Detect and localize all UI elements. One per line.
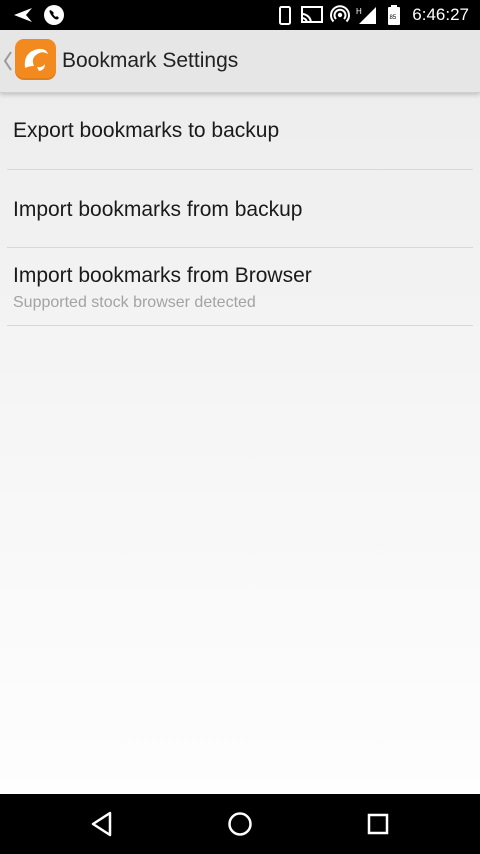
import-bookmarks-browser-item[interactable]: Import bookmarks from Browser Supported … (7, 248, 473, 326)
svg-text:H: H (356, 7, 362, 16)
signal-h-icon: H (354, 0, 378, 30)
phone-device-icon (276, 0, 294, 30)
action-bar: Bookmark Settings (0, 30, 480, 93)
import-bookmarks-backup-item[interactable]: Import bookmarks from backup (7, 170, 473, 248)
cast-icon (300, 0, 324, 30)
export-bookmarks-item[interactable]: Export bookmarks to backup (7, 92, 473, 170)
pref-title: Import bookmarks from Browser (13, 264, 312, 287)
pref-title: Export bookmarks to backup (13, 119, 280, 142)
settings-list: Export bookmarks to backup Import bookma… (0, 92, 480, 326)
phone-call-icon (42, 0, 66, 30)
status-time: 6:46:27 (412, 5, 469, 24)
hotspot-icon (329, 0, 351, 30)
page-title: Bookmark Settings (62, 49, 239, 72)
svg-text:85: 85 (390, 15, 397, 21)
pref-title: Import bookmarks from backup (13, 198, 303, 221)
back-icon[interactable] (80, 804, 124, 844)
up-caret-icon[interactable] (3, 50, 13, 72)
recents-icon[interactable] (356, 804, 400, 844)
navigation-bar (0, 794, 480, 854)
status-bar: H 85 6:46:27 (0, 0, 480, 30)
pref-summary: Supported stock browser detected (13, 294, 256, 311)
app-logo-icon[interactable] (15, 39, 56, 80)
battery-icon: 85 (384, 0, 404, 30)
send-icon (12, 0, 34, 30)
home-icon[interactable] (218, 804, 262, 844)
